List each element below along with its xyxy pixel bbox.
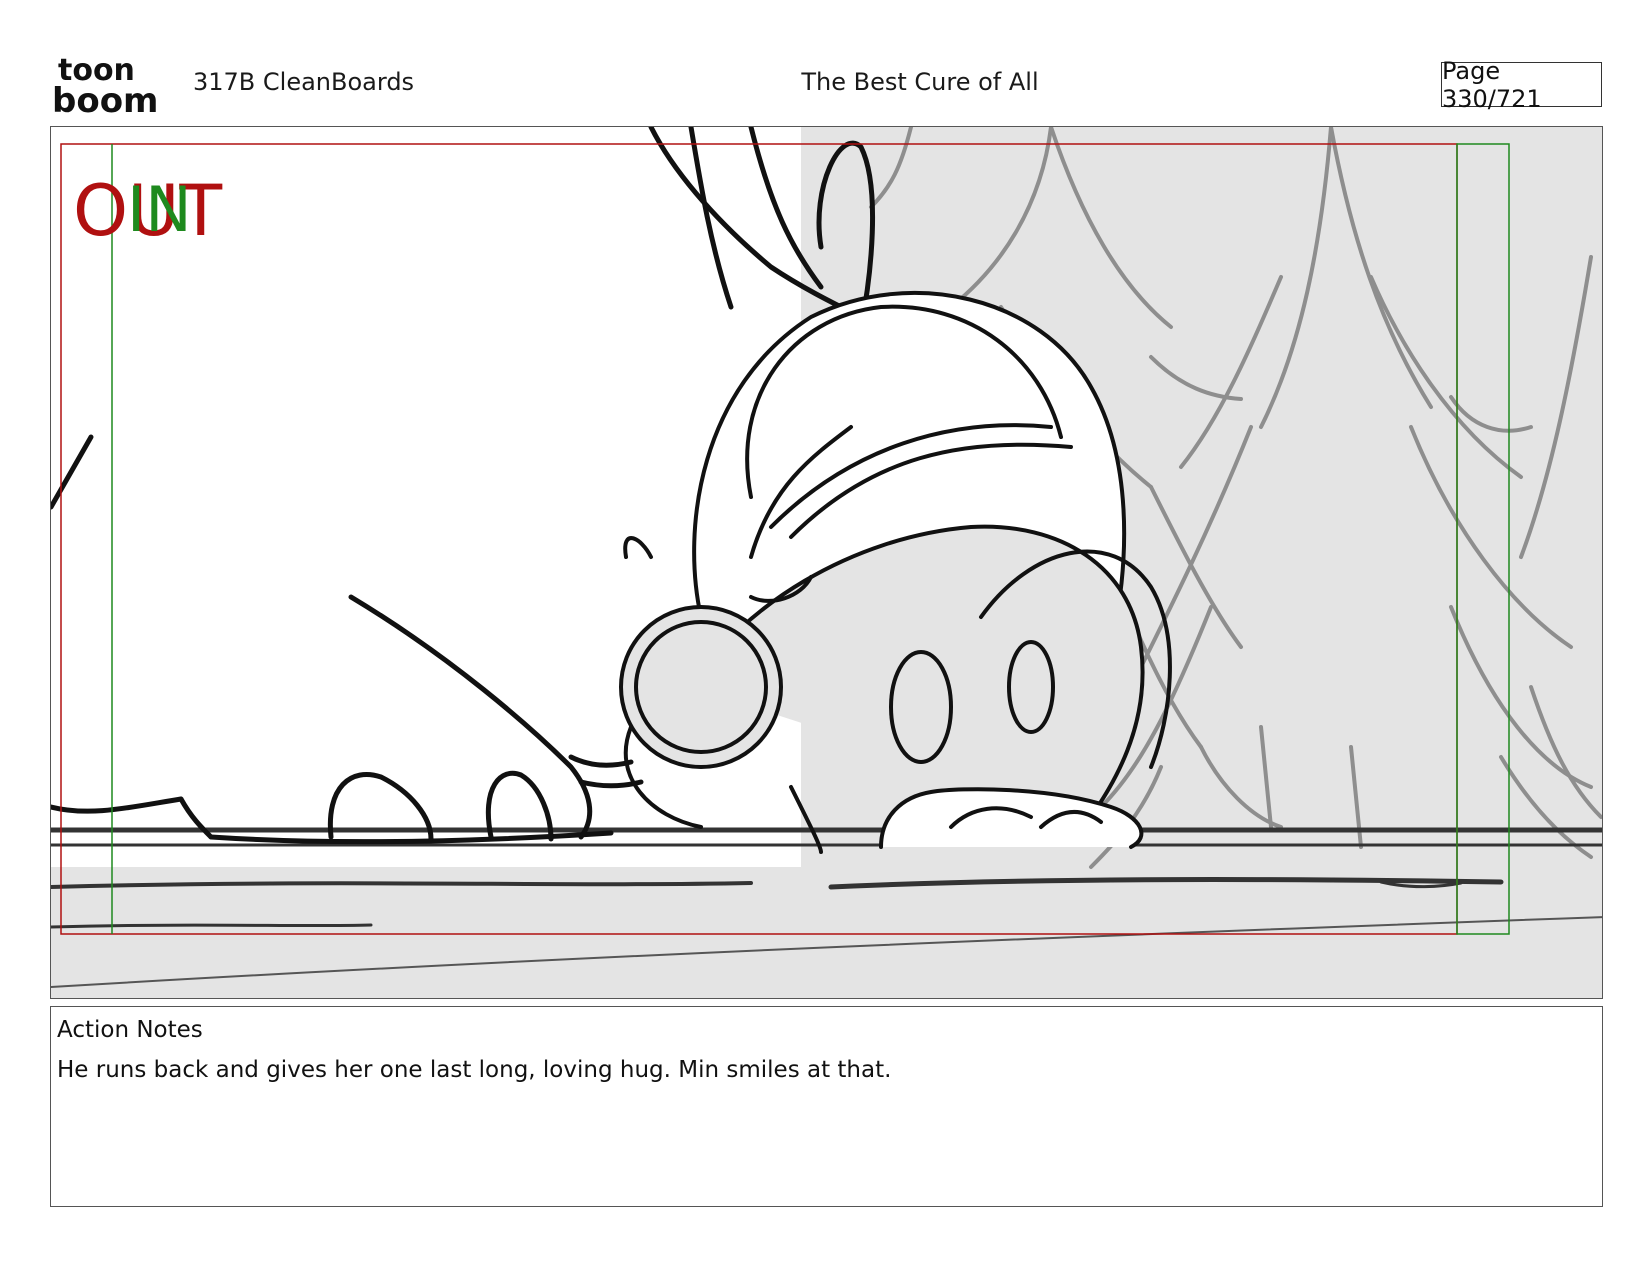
storyboard-panel: OUT IN — [50, 126, 1603, 999]
in-label: IN — [127, 173, 192, 246]
action-notes-heading: Action Notes — [57, 1017, 203, 1043]
action-notes-box: Action Notes He runs back and gives her … — [50, 1006, 1603, 1207]
page-number: Page 330/721 — [1442, 56, 1542, 113]
panel-drawing: OUT IN — [51, 127, 1602, 998]
episode-title: The Best Cure of All — [801, 68, 1039, 96]
page-indicator: Page 330/721 — [1441, 57, 1602, 113]
ground-wash — [51, 867, 1602, 998]
action-notes-text: He runs back and gives her one last long… — [57, 1057, 892, 1083]
